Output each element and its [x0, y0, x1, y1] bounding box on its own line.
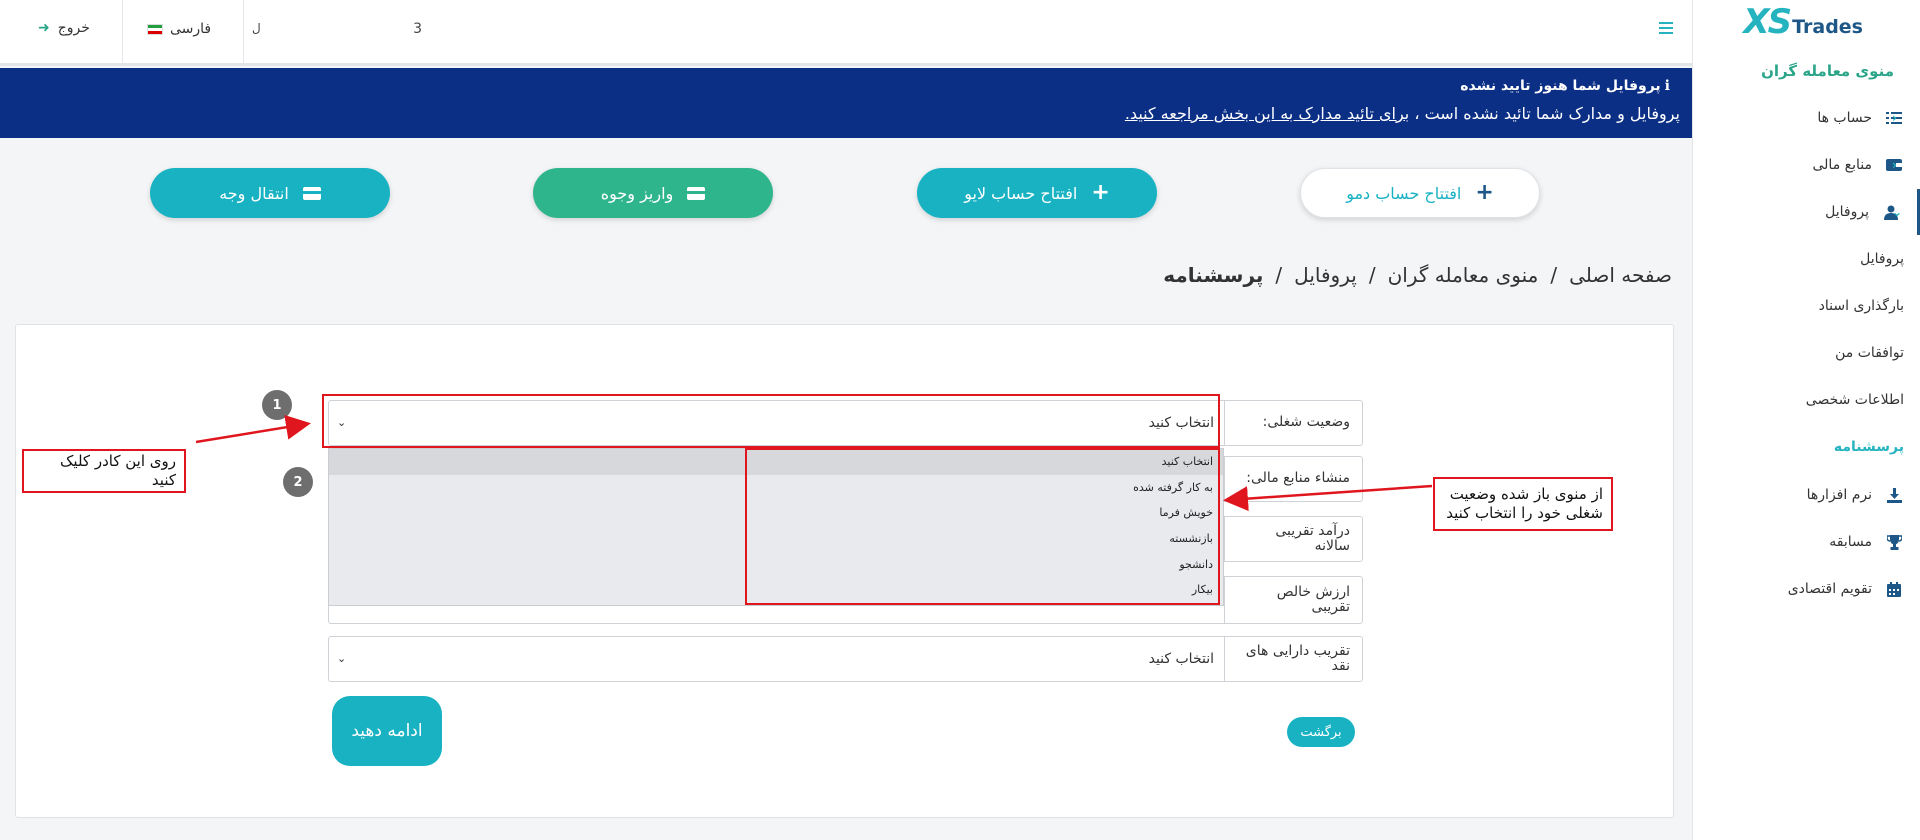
divider [122, 0, 123, 64]
liquid-assets-select[interactable]: انتخاب کنید ⌄ [328, 636, 1224, 682]
verify-documents-link[interactable]: برای تائید مدارک به این بخش مراجعه کنید. [1125, 104, 1409, 123]
transfer-button[interactable]: انتقال وجه [150, 168, 390, 218]
employment-status-label: وضعیت شغلی: [1224, 400, 1363, 446]
trophy-icon [1884, 533, 1904, 551]
chevron-down-icon: ⌄ [1892, 205, 1903, 219]
sidebar-item-label: منابع مالی [1812, 157, 1873, 173]
logo-trades: Trades [1792, 16, 1863, 38]
breadcrumb-current: پرسشنامه [1163, 263, 1264, 287]
annual-income-label: درآمد تقریبی سالانه [1224, 516, 1363, 562]
divider [243, 0, 244, 64]
back-button[interactable]: برگشت [1287, 717, 1355, 747]
logo-xs: XS [1743, 2, 1792, 42]
button-label: واریز وجوه [600, 183, 674, 203]
info-icon: ℹ [1664, 78, 1670, 94]
plus-icon: + [1091, 180, 1110, 205]
sidebar-item-label: حساب ها [1817, 110, 1872, 126]
notice-text: پروفایل و مدارک شما تائید نشده است ، [1414, 104, 1680, 123]
button-label: افتتاح حساب دمو [1346, 183, 1462, 203]
menu-heading: منوی معامله گران [1761, 62, 1894, 80]
sidebar-item-software[interactable]: نرم افزارها [1692, 472, 1920, 518]
language-label: فارسی [170, 21, 212, 37]
button-label: انتقال وجه [219, 183, 289, 203]
download-icon [1884, 486, 1904, 504]
notice-body: پروفایل و مدارک شما تائید نشده است ، برا… [1125, 104, 1680, 123]
sidebar-item-label: تقویم اقتصادی [1787, 581, 1872, 597]
sidebar-item-contest[interactable]: مسابقه [1692, 519, 1920, 565]
sidebar: XS Trades منوی معامله گران حساب ها ‹ منا… [1692, 0, 1920, 840]
step-badge-1: 1 [262, 390, 292, 420]
plus-icon: + [1475, 180, 1494, 205]
logout-label: خروج [57, 20, 90, 36]
hamburger-menu-icon[interactable] [1659, 22, 1673, 37]
account-selector[interactable]: 3 ل [252, 16, 422, 44]
chevron-left-icon: ‹ [1892, 158, 1897, 172]
submenu-item-personal-info[interactable]: اطلاعات شخصی [1806, 392, 1904, 408]
submenu-item-agreements[interactable]: توافقات من [1835, 345, 1904, 361]
highlight-options-box [745, 448, 1220, 605]
liquid-assets-label: تقریب دارایی های نقد [1224, 636, 1363, 682]
breadcrumb-separator: / [1550, 263, 1558, 287]
iran-flag-icon [147, 23, 163, 35]
language-selector[interactable]: فارسی [147, 21, 211, 37]
credit-card-icon [687, 186, 706, 200]
select-instruction-note: از منوی باز شده وضعیت شغلی خود را انتخاب… [1433, 477, 1613, 531]
sidebar-item-accounts[interactable]: حساب ها ‹ [1692, 95, 1920, 141]
sidebar-item-profile[interactable]: پروفایل ⌄ [1692, 189, 1920, 235]
notice-title: ℹ پروفایل شما هنوز تایید نشده [1460, 78, 1670, 94]
highlight-select-box [322, 394, 1220, 448]
breadcrumb-profile[interactable]: پروفایل [1294, 263, 1357, 287]
chevron-down-icon: ⌄ [337, 652, 347, 665]
breadcrumb-home[interactable]: صفحه اصلی [1569, 263, 1672, 287]
net-worth-label: ارزش خالص تقریبی [1224, 576, 1363, 624]
sidebar-item-label: پروفایل [1825, 204, 1869, 220]
calendar-icon [1884, 580, 1904, 598]
credit-card-icon [302, 186, 321, 200]
notice-title-text: پروفایل شما هنوز تایید نشده [1460, 78, 1661, 94]
chevron-left-icon: ‹ [1892, 111, 1897, 125]
profile-not-verified-banner: ℹ پروفایل شما هنوز تایید نشده پروفایل و … [0, 68, 1692, 138]
sidebar-item-economic-calendar[interactable]: تقویم اقتصادی [1692, 566, 1920, 612]
breadcrumb-separator: / [1368, 263, 1376, 287]
source-of-funds-label: منشاء منابع مالی: [1224, 456, 1363, 502]
breadcrumb-traders-menu[interactable]: منوی معامله گران [1388, 263, 1539, 287]
sidebar-item-funds[interactable]: منابع مالی ‹ [1692, 142, 1920, 188]
continue-button[interactable]: ادامه دهید [332, 696, 442, 766]
deposit-button[interactable]: واریز وجوه [533, 168, 773, 218]
select-value: انتخاب کنید [1148, 651, 1214, 667]
submenu-item-questionnaire[interactable]: پرسشنامه [1834, 439, 1904, 455]
breadcrumb: صفحه اصلی / منوی معامله گران / پروفایل /… [1163, 263, 1672, 287]
breadcrumb-separator: / [1275, 263, 1283, 287]
submenu-item-upload-documents[interactable]: بارگذاری اسناد [1819, 298, 1904, 314]
topbar: خروج ➜ فارسی 3 ل [0, 0, 1692, 66]
account-suffix: ل [252, 21, 261, 35]
button-label: افتتاح حساب لایو [964, 183, 1078, 203]
step-badge-2: 2 [283, 467, 313, 497]
sidebar-item-label: مسابقه [1829, 534, 1872, 550]
click-instruction-note: روی این کادر کلیک کنید [22, 449, 186, 493]
open-live-account-button[interactable]: + افتتاح حساب لایو [917, 168, 1157, 218]
logout-link[interactable]: خروج ➜ [38, 20, 90, 36]
sidebar-item-label: نرم افزارها [1806, 487, 1872, 503]
account-number: 3 [413, 21, 422, 37]
open-demo-account-button[interactable]: + افتتاح حساب دمو [1300, 168, 1540, 218]
submenu-item-profile[interactable]: پروفایل [1860, 251, 1904, 267]
xstrades-logo[interactable]: XS Trades [1743, 2, 1863, 42]
sign-out-icon: ➜ [38, 20, 50, 36]
